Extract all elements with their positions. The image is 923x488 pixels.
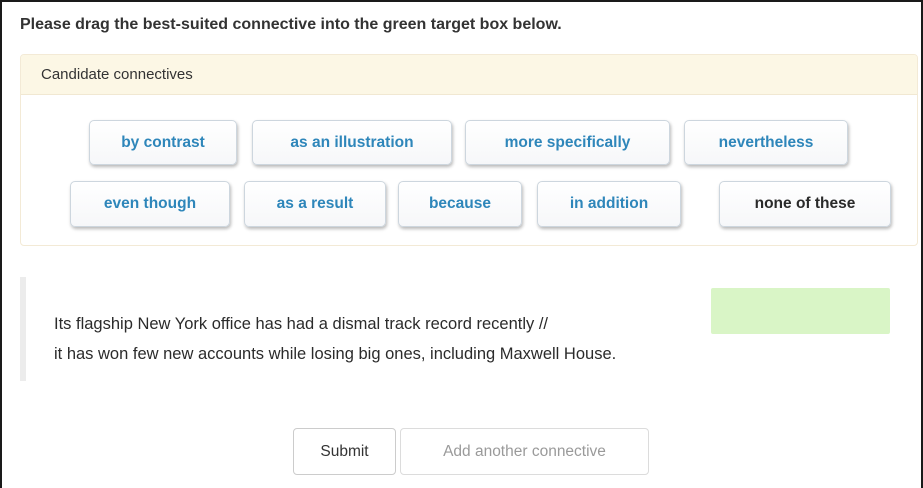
add-another-connective-button[interactable]: Add another connective [400, 428, 649, 475]
connective-in-addition[interactable]: in addition [537, 181, 681, 227]
panel-heading: Candidate connectives [21, 55, 917, 95]
instruction-text: Please drag the best-suited connective i… [20, 16, 562, 33]
connective-nevertheless[interactable]: nevertheless [684, 120, 848, 165]
connective-as-a-result[interactable]: as a result [244, 181, 386, 227]
connective-because[interactable]: because [398, 181, 522, 227]
sentence-line-1: Its flagship New York office has had a d… [54, 315, 549, 333]
submit-button[interactable]: Submit [293, 428, 396, 475]
green-target-box[interactable] [711, 288, 890, 334]
connective-as-an-illustration[interactable]: as an illustration [252, 120, 452, 165]
connective-none-of-these[interactable]: none of these [719, 181, 891, 227]
sentence-line-2: it has won few new accounts while losing… [54, 345, 617, 363]
connective-even-though[interactable]: even though [70, 181, 230, 227]
connective-by-contrast[interactable]: by contrast [89, 120, 237, 165]
connective-more-specifically[interactable]: more specifically [465, 120, 670, 165]
